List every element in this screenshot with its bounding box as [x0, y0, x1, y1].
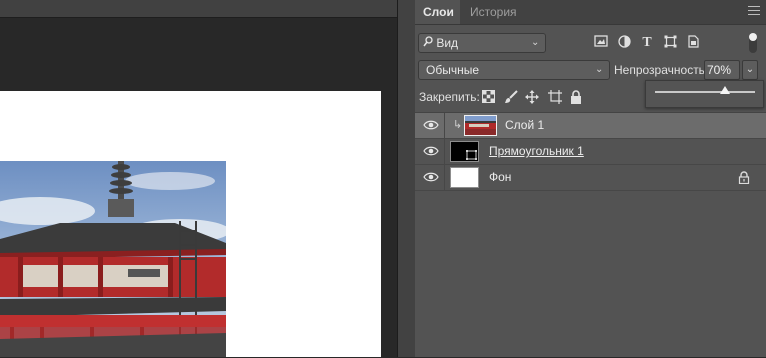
layer-thumbnail-shape [450, 141, 479, 162]
layer-thumbnail-photo [464, 115, 497, 136]
eye-visibility-icon[interactable] [423, 145, 439, 159]
blend-opacity-row: Обычные ⌄ Непрозрачность: 70% ⌄ [415, 60, 766, 82]
visibility-divider [444, 165, 445, 190]
opacity-label: Непрозрачность: [614, 63, 709, 77]
layer-lock-icon[interactable] [738, 171, 750, 185]
opacity-dropdown-button[interactable]: ⌄ [742, 60, 758, 80]
layer-row-background[interactable]: Фон [415, 165, 766, 191]
layer-row-layer1[interactable]: ↳ Слой 1 [415, 113, 766, 139]
document-tab-bar [0, 0, 397, 18]
layers-panel: Слои История Вид ⌄ T Обычные ⌄ Непрозрач… [415, 0, 766, 357]
layer-thumbnail-white [450, 167, 479, 188]
hamburger-menu-icon[interactable] [748, 6, 760, 17]
document-page[interactable] [0, 91, 381, 357]
eye-visibility-icon[interactable] [423, 171, 439, 185]
adjustment-filter-icon[interactable] [616, 35, 632, 51]
search-icon [423, 35, 433, 53]
type-filter-icon[interactable]: T [639, 35, 655, 51]
visibility-divider [444, 139, 445, 164]
tab-history[interactable]: История [462, 0, 525, 24]
blend-mode-value: Обычные [426, 63, 480, 77]
eye-visibility-icon[interactable] [423, 119, 439, 133]
layer-name[interactable]: Прямоугольник 1 [489, 139, 584, 164]
opacity-slider-thumb[interactable] [720, 86, 730, 94]
layers-list: ↳ Слой 1 Прямоугольник 1 Фон [415, 112, 766, 358]
filter-kind-select[interactable]: Вид ⌄ [418, 33, 546, 53]
lock-all-icon[interactable] [570, 90, 584, 104]
document-canvas-area[interactable] [0, 0, 415, 357]
opacity-slider-popup [645, 80, 764, 108]
opacity-slider-track[interactable] [655, 91, 755, 93]
filter-toggle[interactable] [749, 33, 757, 53]
layer-name[interactable]: Слой 1 [505, 113, 544, 138]
filter-toggle-knob [749, 33, 757, 41]
panel-tab-bar: Слои История [415, 0, 766, 25]
image-filter-icon[interactable] [593, 35, 609, 51]
layer-filter-row: Вид ⌄ T [415, 31, 766, 55]
visibility-divider [444, 113, 445, 138]
smart-object-filter-icon[interactable] [685, 35, 701, 51]
layer-row-rectangle1[interactable]: Прямоугольник 1 [415, 139, 766, 165]
pagoda-photo [0, 161, 226, 357]
lock-label: Закрепить: [419, 90, 480, 104]
layer-name[interactable]: Фон [489, 165, 511, 190]
opacity-input[interactable]: 70% [704, 60, 740, 80]
chevron-down-icon: ⌄ [531, 37, 540, 48]
lock-artboard-icon[interactable] [548, 90, 562, 104]
lock-transparent-pixels-icon[interactable] [482, 90, 496, 104]
lock-image-pixels-icon[interactable] [504, 90, 518, 104]
blend-mode-select[interactable]: Обычные ⌄ [418, 60, 610, 80]
shape-filter-icon[interactable] [662, 35, 678, 51]
filter-kind-value: Вид [436, 36, 459, 50]
canvas-scroll-gutter [397, 0, 415, 357]
lock-position-icon[interactable] [525, 90, 539, 104]
clipping-arrow-icon: ↳ [453, 119, 463, 131]
tab-layers[interactable]: Слои [415, 0, 460, 24]
chevron-down-icon: ⌄ [595, 64, 604, 75]
